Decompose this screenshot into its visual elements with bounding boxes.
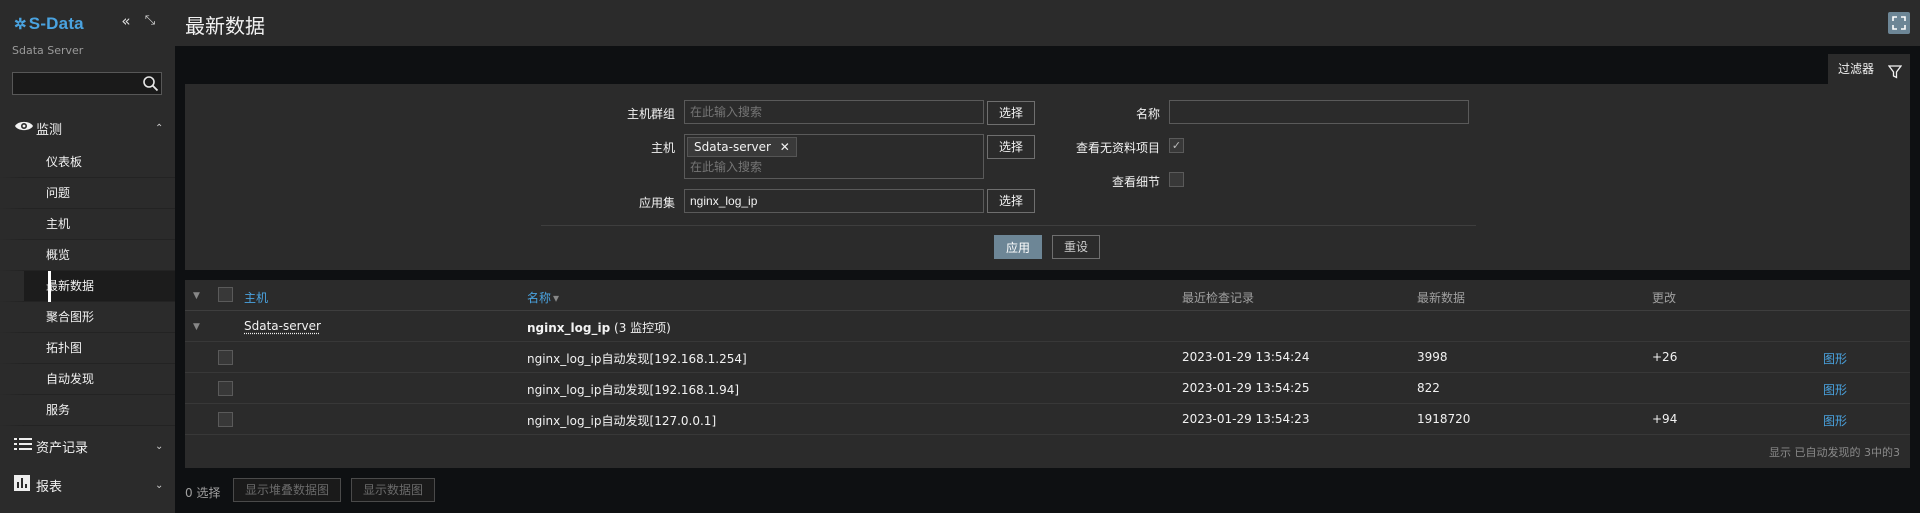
column-name[interactable]: 名称 ▾ (527, 289, 559, 306)
item-last-check: 2023-01-29 13:54:23 (1182, 412, 1310, 426)
collapse-group-icon[interactable]: ▼ (193, 322, 200, 332)
show-graph-button[interactable]: 显示数据图 (351, 478, 435, 502)
apply-button[interactable]: 应用 (994, 235, 1042, 259)
item-change: +26 (1652, 350, 1678, 364)
show-details-checkbox[interactable] (1169, 172, 1184, 187)
server-name: Sdata Server (12, 44, 84, 57)
group-application: nginx_log_ip (3 监控项) (527, 319, 671, 336)
host-groups-label: 主机群组 (626, 107, 675, 121)
sidebar-item-dashboard[interactable]: 仪表板 (0, 147, 175, 178)
filter-tab[interactable]: 过滤器 (1828, 54, 1910, 84)
table-footer-summary: 显示 已自动发现的 3中的3 (1769, 446, 1900, 459)
monitor-submenu: 仪表板 问题 主机 概览 最新数据 聚合图形 拓扑图 自动发现 服务 (0, 147, 175, 426)
hosts-label: 主机 (650, 141, 675, 155)
table-row: nginx_log_ip自动发现[192.168.1.254] 2023-01-… (185, 342, 1910, 373)
chevron-up-icon: ⌃ (155, 122, 164, 134)
sidebar-item-discovery[interactable]: 自动发现 (0, 364, 175, 395)
close-icon[interactable]: ✕ (780, 140, 790, 154)
sidebar-item-overview[interactable]: 概览 (0, 240, 175, 271)
page-title: 最新数据 (185, 14, 265, 38)
selected-count: 0 选择 (185, 486, 221, 500)
sidebar-item-hosts[interactable]: 主机 (0, 209, 175, 240)
item-last-check: 2023-01-29 13:54:25 (1182, 381, 1310, 395)
chevron-down-icon: ⌄ (155, 479, 164, 491)
item-graph-link[interactable]: 图形 (1823, 350, 1847, 367)
sort-desc-icon: ▾ (553, 291, 560, 305)
column-change: 更改 (1652, 291, 1677, 305)
group-item-count: (3 监控项) (614, 321, 671, 335)
table-header: ▼ 主机 名称 ▾ 最近检查记录 最新数据 更改 (185, 280, 1910, 311)
reset-button[interactable]: 重设 (1052, 235, 1100, 259)
logo[interactable]: ✲ S-Data (14, 14, 84, 34)
filter-divider (541, 225, 1476, 226)
column-last-check: 最近检查记录 (1182, 291, 1255, 305)
host-tag-label: Sdata-server (694, 140, 771, 154)
column-host[interactable]: 主机 (244, 289, 268, 306)
name-label: 名称 (1135, 107, 1160, 121)
menu-reports-label: 报表 (36, 479, 63, 495)
item-last-value: 3998 (1417, 350, 1448, 364)
hosts-search-input[interactable] (688, 159, 978, 175)
group-host-link[interactable]: Sdata-server (244, 319, 321, 333)
group-application-name: nginx_log_ip (527, 321, 611, 335)
menu-assets[interactable]: 资产记录 ⌄ (0, 427, 175, 465)
item-graph-link[interactable]: 图形 (1823, 412, 1847, 429)
row-checkbox[interactable] (218, 412, 233, 427)
item-name: nginx_log_ip自动发现[192.168.1.254] (527, 352, 747, 366)
item-last-check: 2023-01-29 13:54:24 (1182, 350, 1310, 364)
host-groups-select-button[interactable]: 选择 (987, 101, 1035, 125)
kiosk-mode-icon[interactable]: ⤡ (142, 13, 158, 29)
hosts-select-button[interactable]: 选择 (987, 135, 1035, 159)
item-last-value: 822 (1417, 381, 1440, 395)
name-input[interactable] (1169, 100, 1469, 124)
sidebar-item-maps[interactable]: 拓扑图 (0, 333, 175, 364)
page-header: 最新数据 (175, 0, 1920, 46)
table-row: nginx_log_ip自动发现[127.0.0.1] 2023-01-29 1… (185, 404, 1910, 435)
menu-monitor-label: 监测 (36, 122, 63, 138)
sidebar-item-latest-data[interactable]: 最新数据 (0, 271, 175, 302)
show-details-label: 查看细节 (1111, 175, 1160, 189)
list-icon (0, 437, 36, 455)
application-input[interactable] (684, 189, 984, 213)
bar-chart-icon (0, 475, 36, 495)
sidebar-item-screens[interactable]: 聚合图形 (0, 302, 175, 333)
menu-reports[interactable]: 报表 ⌄ (0, 466, 175, 504)
sidebar: ✲ S-Data « ⤡ Sdata Server 监测 ⌃ 仪表板 问题 主机 … (0, 0, 175, 513)
item-graph-link[interactable]: 图形 (1823, 381, 1847, 398)
column-name-label: 名称 (527, 291, 552, 305)
collapse-sidebar-icon[interactable]: « (118, 13, 134, 29)
item-change: +94 (1652, 412, 1678, 426)
fullscreen-button[interactable] (1888, 12, 1910, 34)
show-stacked-graph-button[interactable]: 显示堆叠数据图 (233, 478, 341, 502)
logo-text: S-Data (28, 14, 84, 33)
show-no-data-label: 查看无资料项目 (1075, 141, 1160, 155)
show-no-data-checkbox[interactable]: ✓ (1169, 138, 1184, 153)
filter-tab-label: 过滤器 (1838, 62, 1875, 76)
sidebar-item-problems[interactable]: 问题 (0, 178, 175, 209)
chevron-down-icon: ⌄ (155, 440, 164, 452)
sidebar-search-input[interactable] (12, 72, 162, 95)
item-name: nginx_log_ip自动发现[127.0.0.1] (527, 414, 717, 428)
table-group-row: ▼ Sdata-server nginx_log_ip (3 监控项) (185, 311, 1910, 342)
item-name: nginx_log_ip自动发现[192.168.1.94] (527, 383, 740, 397)
row-checkbox[interactable] (218, 350, 233, 365)
menu-assets-label: 资产记录 (36, 440, 89, 456)
item-last-value: 1918720 (1417, 412, 1471, 426)
select-all-checkbox[interactable] (218, 287, 233, 302)
eye-icon (0, 119, 36, 137)
latest-data-table: ▼ 主机 名称 ▾ 最近检查记录 最新数据 更改 ▼ Sdata-server n… (185, 280, 1910, 468)
row-checkbox[interactable] (218, 381, 233, 396)
collapse-all-icon[interactable]: ▼ (193, 291, 200, 301)
application-label: 应用集 (638, 196, 675, 210)
search-icon[interactable] (142, 75, 160, 93)
column-last-value: 最新数据 (1417, 291, 1466, 305)
sidebar-item-services[interactable]: 服务 (0, 395, 175, 426)
host-groups-input[interactable] (684, 100, 984, 124)
table-row: nginx_log_ip自动发现[192.168.1.94] 2023-01-2… (185, 373, 1910, 404)
logo-icon: ✲ (14, 16, 27, 33)
host-tag: Sdata-server ✕ (687, 137, 797, 157)
menu-monitor[interactable]: 监测 ⌃ (0, 109, 175, 147)
application-select-button[interactable]: 选择 (987, 189, 1035, 213)
